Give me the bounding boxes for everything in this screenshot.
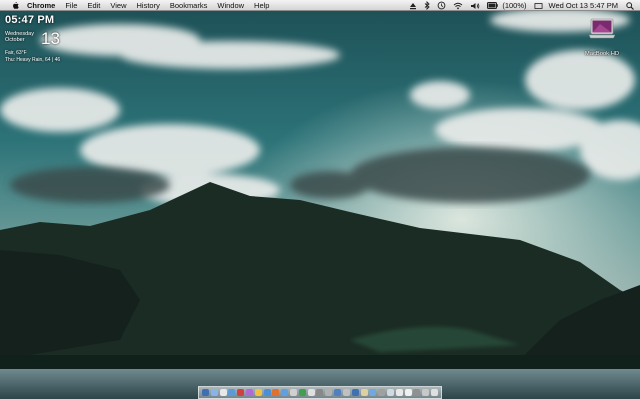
dock-app-icon[interactable] <box>360 389 368 396</box>
menu-chrome[interactable]: Chrome <box>27 0 55 11</box>
bluetooth-icon[interactable] <box>424 1 430 10</box>
dock-app-icon[interactable] <box>201 389 209 396</box>
dock-app-icon[interactable] <box>254 389 262 396</box>
dock-app-icon[interactable] <box>334 389 342 396</box>
dock-app-icon[interactable] <box>431 389 439 396</box>
dock-app-icon[interactable] <box>413 389 421 396</box>
dock-app-icon[interactable] <box>369 389 377 396</box>
dock-app-icon[interactable] <box>422 389 430 396</box>
dock-app-icon[interactable] <box>325 389 333 396</box>
menu-help[interactable]: Help <box>254 0 269 11</box>
battery-icon[interactable] <box>487 2 499 9</box>
dock-app-icon[interactable] <box>281 389 289 396</box>
eject-icon[interactable] <box>409 2 417 10</box>
wifi-icon[interactable] <box>453 2 463 10</box>
dock-app-icon[interactable] <box>342 389 350 396</box>
volume-icon[interactable] <box>470 2 480 10</box>
dock-app-icon[interactable] <box>298 389 306 396</box>
dock-app-icon[interactable] <box>219 389 227 396</box>
menu-bookmarks[interactable]: Bookmarks <box>170 0 208 11</box>
laptop-icon <box>588 18 616 39</box>
dock-app-icon[interactable] <box>378 389 386 396</box>
macbook-hd-desktop-icon[interactable]: MacBook HD <box>580 18 624 64</box>
dock-app-icon[interactable] <box>210 389 218 396</box>
dock-app-icon[interactable] <box>386 389 394 396</box>
menu-view[interactable]: View <box>110 0 126 11</box>
menubar-clock[interactable]: Wed Oct 13 5:47 PM <box>549 0 618 11</box>
widget-weather-now: Fair, 63°F <box>5 50 27 56</box>
dock-app-icon[interactable] <box>307 389 315 396</box>
dock-app-icon[interactable] <box>351 389 359 396</box>
dock <box>198 386 442 399</box>
menu-window[interactable]: Window <box>217 0 244 11</box>
menu-bar: Chrome File Edit View History Bookmarks … <box>0 0 640 11</box>
dock-app-icon[interactable] <box>404 389 412 396</box>
dock-app-icon[interactable] <box>395 389 403 396</box>
spotlight-icon[interactable] <box>626 1 634 10</box>
widget-weather-forecast: Thu: Heavy Rain, 64 | 46 <box>5 57 61 63</box>
dock-app-icon[interactable] <box>237 389 245 396</box>
user-icon[interactable] <box>534 2 543 10</box>
desktop-wallpaper <box>0 0 640 399</box>
dock-app-icon[interactable] <box>290 389 298 396</box>
widget-time: 05:47 PM <box>5 14 55 26</box>
apple-icon[interactable] <box>11 1 20 10</box>
macbook-hd-label[interactable]: MacBook HD <box>580 51 624 57</box>
dock-app-icon[interactable] <box>228 389 236 396</box>
time-machine-icon[interactable] <box>437 1 446 10</box>
dock-app-icon[interactable] <box>263 389 271 396</box>
dock-app-icon[interactable] <box>272 389 280 396</box>
menu-edit[interactable]: Edit <box>87 0 100 11</box>
widget-date: 13 <box>41 29 60 48</box>
menu-file[interactable]: File <box>65 0 77 11</box>
menu-history[interactable]: History <box>137 0 160 11</box>
dock-app-icon[interactable] <box>316 389 324 396</box>
battery-percentage[interactable]: (100%) <box>502 0 526 11</box>
dock-app-icon[interactable] <box>245 389 253 396</box>
widget-month: October <box>5 37 25 43</box>
